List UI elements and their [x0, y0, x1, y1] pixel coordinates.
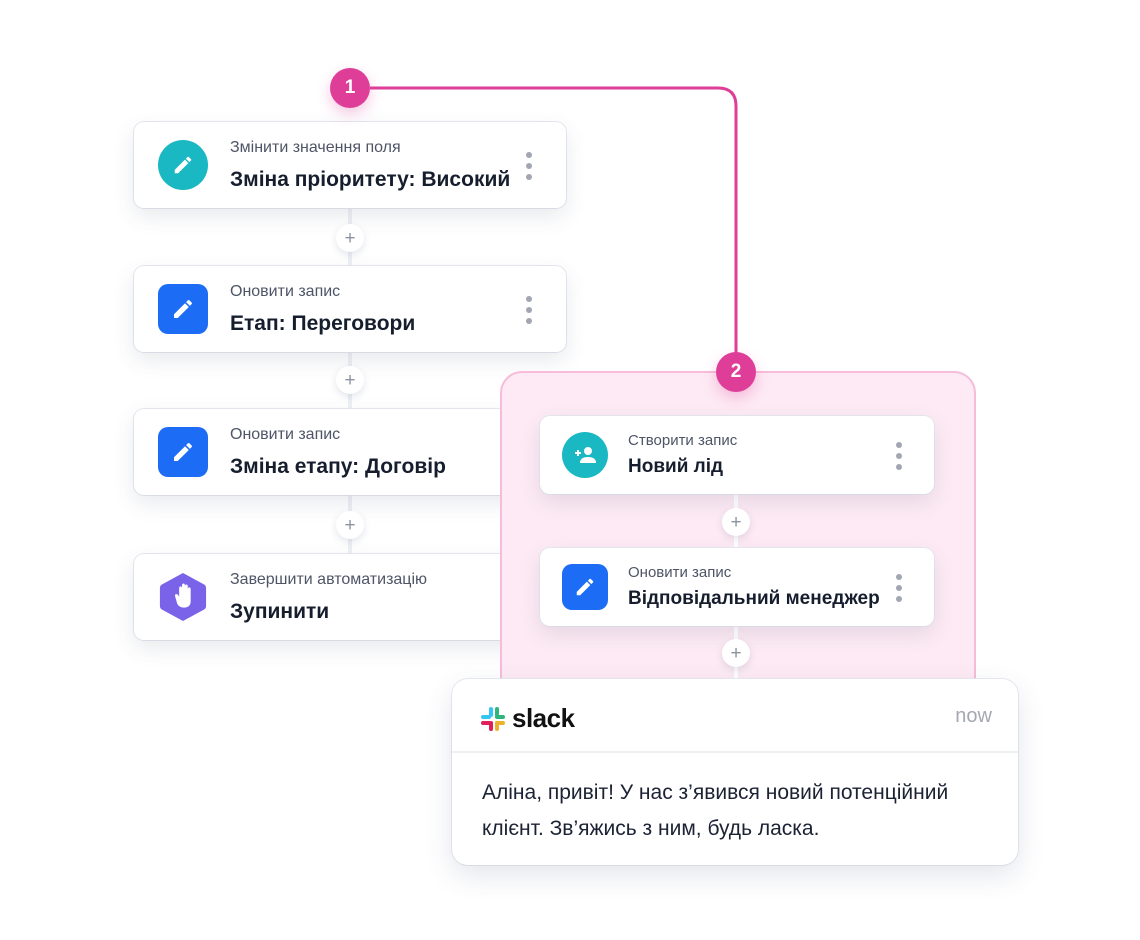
- step-subtitle: Створити запис: [628, 432, 738, 449]
- slack-icon: [481, 706, 505, 731]
- slack-app-name: slack: [512, 703, 575, 733]
- more-options-icon[interactable]: [524, 152, 534, 180]
- slack-notification[interactable]: slack now Аліна, привіт! У нас з’явився …: [452, 679, 1018, 865]
- hand-stop-icon: [158, 572, 208, 622]
- pencil-icon: [562, 564, 608, 610]
- step-card-create-record[interactable]: Створити запис Новий лід: [540, 416, 934, 494]
- notification-header: slack now: [452, 679, 1018, 753]
- more-options-icon[interactable]: [894, 574, 904, 602]
- add-step-button[interactable]: +: [722, 508, 750, 536]
- step-subtitle: Оновити запис: [628, 564, 732, 581]
- step-subtitle: Оновити запис: [230, 426, 341, 443]
- slack-logo: slack: [480, 703, 575, 734]
- step-subtitle: Завершити автоматизацію: [230, 571, 428, 588]
- pencil-icon: [158, 427, 208, 477]
- add-step-button[interactable]: +: [722, 639, 750, 667]
- add-step-button[interactable]: +: [336, 366, 364, 394]
- add-step-button[interactable]: +: [336, 224, 364, 252]
- add-user-icon: [562, 432, 608, 478]
- step-subtitle: Змінити значення поля: [230, 139, 401, 156]
- step-title: Зупинити: [230, 600, 330, 623]
- step-title: Етап: Переговори: [230, 312, 416, 335]
- pencil-icon: [158, 284, 208, 334]
- step-subtitle: Оновити запис: [230, 283, 341, 300]
- more-options-icon[interactable]: [524, 296, 534, 324]
- step-title: Зміна етапу: Договір: [230, 455, 446, 478]
- more-options-icon[interactable]: [894, 442, 904, 470]
- add-step-button[interactable]: +: [336, 511, 364, 539]
- step-title: Відповідальний менеджер: [628, 588, 880, 609]
- step-card-assign-manager[interactable]: Оновити запис Відповідальний менеджер: [540, 548, 934, 626]
- step-badge-2: 2: [716, 352, 756, 392]
- pencil-icon: [158, 140, 208, 190]
- step-card-update-record[interactable]: Оновити запис Етап: Переговори: [134, 266, 566, 352]
- step-badge-1: 1: [330, 68, 370, 108]
- notification-message: Аліна, привіт! У нас з’явився новий поте…: [482, 781, 949, 840]
- step-title: Новий лід: [628, 456, 724, 477]
- notification-time: now: [955, 705, 992, 727]
- step-title: Зміна пріоритету: Високий: [230, 168, 511, 191]
- step-card-change-field[interactable]: Змінити значення поля Зміна пріоритету: …: [134, 122, 566, 208]
